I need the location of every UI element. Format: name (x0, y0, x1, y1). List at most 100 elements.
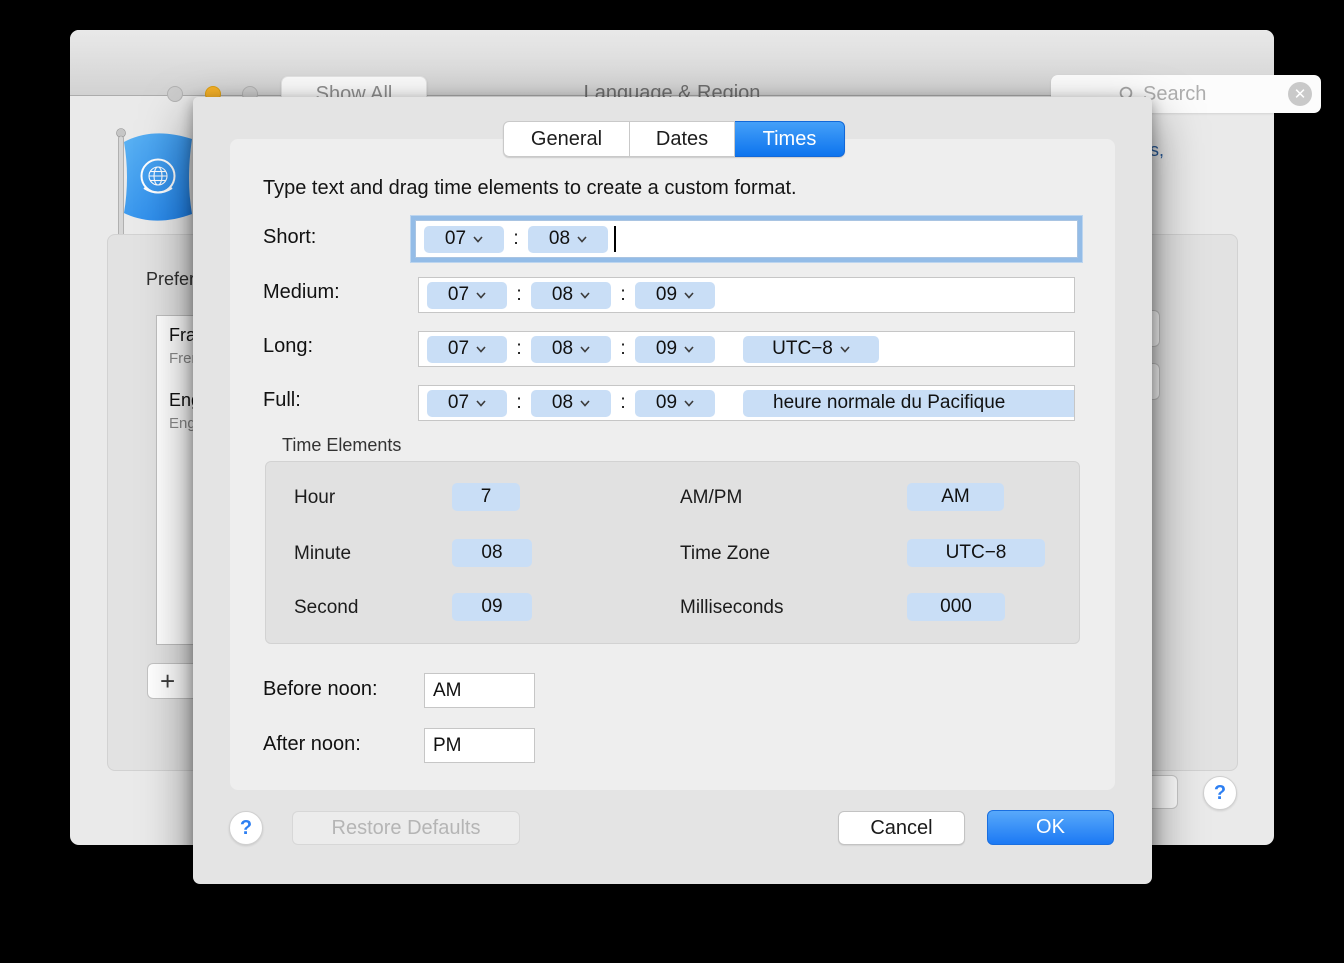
second-element-token[interactable]: 09 (452, 593, 532, 621)
ok-button[interactable]: OK (987, 810, 1114, 845)
before-noon-label: Before noon: (263, 678, 378, 701)
second-token[interactable]: 09 (635, 390, 715, 417)
chevron-down-icon (476, 400, 486, 407)
token-value: 08 (552, 338, 573, 360)
timezone-name-token[interactable]: heure normale du Pacifique (743, 390, 1075, 417)
second-token[interactable]: 09 (635, 336, 715, 363)
milliseconds-element-token[interactable]: 000 (907, 593, 1005, 621)
separator: : (611, 338, 635, 360)
full-label: Full: (263, 389, 301, 412)
chevron-down-icon (684, 400, 694, 407)
separator: : (611, 392, 635, 414)
chevron-down-icon (580, 346, 590, 353)
chevron-down-icon (577, 236, 587, 243)
chevron-down-icon (476, 346, 486, 353)
token-value: UTC−8 (772, 338, 833, 360)
chevron-down-icon (580, 292, 590, 299)
separator: : (507, 338, 531, 360)
long-format-field[interactable]: 07 : 08 : 09 UTC−8 (418, 331, 1075, 367)
separator: : (507, 392, 531, 414)
format-tabs: General Dates Times (503, 121, 845, 157)
tab-general[interactable]: General (503, 121, 630, 157)
question-mark-icon: ? (240, 817, 252, 840)
token-value: 08 (552, 284, 573, 306)
hour-label: Hour (294, 487, 335, 509)
timezone-token[interactable]: UTC−8 (743, 336, 879, 363)
before-noon-input[interactable] (425, 674, 534, 707)
search-input[interactable] (1143, 83, 1253, 106)
clear-search-icon[interactable]: ✕ (1288, 82, 1312, 106)
separator: : (611, 284, 635, 306)
token-value: 09 (481, 596, 502, 618)
long-label: Long: (263, 335, 313, 358)
minute-token[interactable]: 08 (531, 336, 611, 363)
separator: : (507, 284, 531, 306)
question-mark-icon: ? (1214, 782, 1226, 805)
second-token[interactable]: 09 (635, 282, 715, 309)
close-button[interactable] (167, 86, 183, 102)
tab-times[interactable]: Times (735, 121, 845, 157)
medium-format-field[interactable]: 07 : 08 : 09 (418, 277, 1075, 313)
token-value: UTC−8 (946, 542, 1007, 564)
token-value: 07 (448, 392, 469, 414)
tab-dates[interactable]: Dates (630, 121, 735, 157)
button-label: Restore Defaults (332, 817, 481, 840)
before-noon-field[interactable] (424, 673, 535, 708)
minute-token[interactable]: 08 (531, 282, 611, 309)
second-label: Second (294, 597, 358, 619)
window-help-button[interactable]: ? (1203, 776, 1237, 810)
token-value: 08 (481, 542, 502, 564)
chevron-down-icon (684, 292, 694, 299)
tab-label: Dates (656, 128, 708, 151)
plus-icon: + (160, 668, 175, 694)
chevron-down-icon (476, 292, 486, 299)
ampm-label: AM/PM (680, 487, 742, 509)
medium-label: Medium: (263, 281, 340, 304)
tab-label: Times (763, 128, 817, 151)
hour-token[interactable]: 07 (427, 390, 507, 417)
hour-token[interactable]: 07 (427, 282, 507, 309)
minute-label: Minute (294, 543, 351, 565)
token-value: 000 (940, 596, 972, 618)
cancel-button[interactable]: Cancel (838, 811, 965, 845)
full-format-field[interactable]: 07 : 08 : 09 heure normale du Pacifique (418, 385, 1075, 421)
short-label: Short: (263, 226, 316, 249)
hour-token[interactable]: 07 (427, 336, 507, 363)
token-value: 07 (445, 228, 466, 250)
restore-defaults-button[interactable]: Restore Defaults (292, 811, 520, 845)
tab-label: General (531, 128, 602, 151)
truncated-text: s, (1150, 140, 1164, 161)
minute-token[interactable]: 08 (531, 390, 611, 417)
token-value: AM (941, 486, 970, 508)
after-noon-input[interactable] (425, 729, 534, 762)
after-noon-label: After noon: (263, 733, 361, 756)
ampm-element-token[interactable]: AM (907, 483, 1004, 511)
separator: : (504, 228, 528, 250)
hour-token[interactable]: 07 (424, 226, 504, 253)
hour-element-token[interactable]: 7 (452, 483, 520, 511)
token-value: 08 (552, 392, 573, 414)
timezone-element-token[interactable]: UTC−8 (907, 539, 1045, 567)
after-noon-field[interactable] (424, 728, 535, 763)
chevron-down-icon (840, 346, 850, 353)
token-value: 7 (481, 486, 492, 508)
token-value: 09 (656, 392, 677, 414)
text-cursor (614, 226, 616, 252)
token-value: heure normale du Pacifique (773, 392, 1005, 414)
button-label: OK (1036, 816, 1065, 839)
titlebar[interactable]: Show All Language & Region ✕ (70, 30, 1274, 96)
token-value: 07 (448, 284, 469, 306)
desktop: Show All Language & Region ✕ (0, 0, 1344, 963)
short-format-field[interactable]: 07 : 08 (415, 220, 1078, 258)
timezone-label: Time Zone (680, 543, 770, 565)
chevron-down-icon (473, 236, 483, 243)
button-label: Cancel (870, 817, 932, 840)
token-value: 09 (656, 338, 677, 360)
token-value: 07 (448, 338, 469, 360)
minute-token[interactable]: 08 (528, 226, 608, 253)
custom-times-sheet: General Dates Times Type text and drag t… (193, 97, 1152, 884)
sheet-help-button[interactable]: ? (229, 811, 263, 845)
minute-element-token[interactable]: 08 (452, 539, 532, 567)
token-value: 08 (549, 228, 570, 250)
instruction-text: Type text and drag time elements to crea… (263, 177, 797, 200)
